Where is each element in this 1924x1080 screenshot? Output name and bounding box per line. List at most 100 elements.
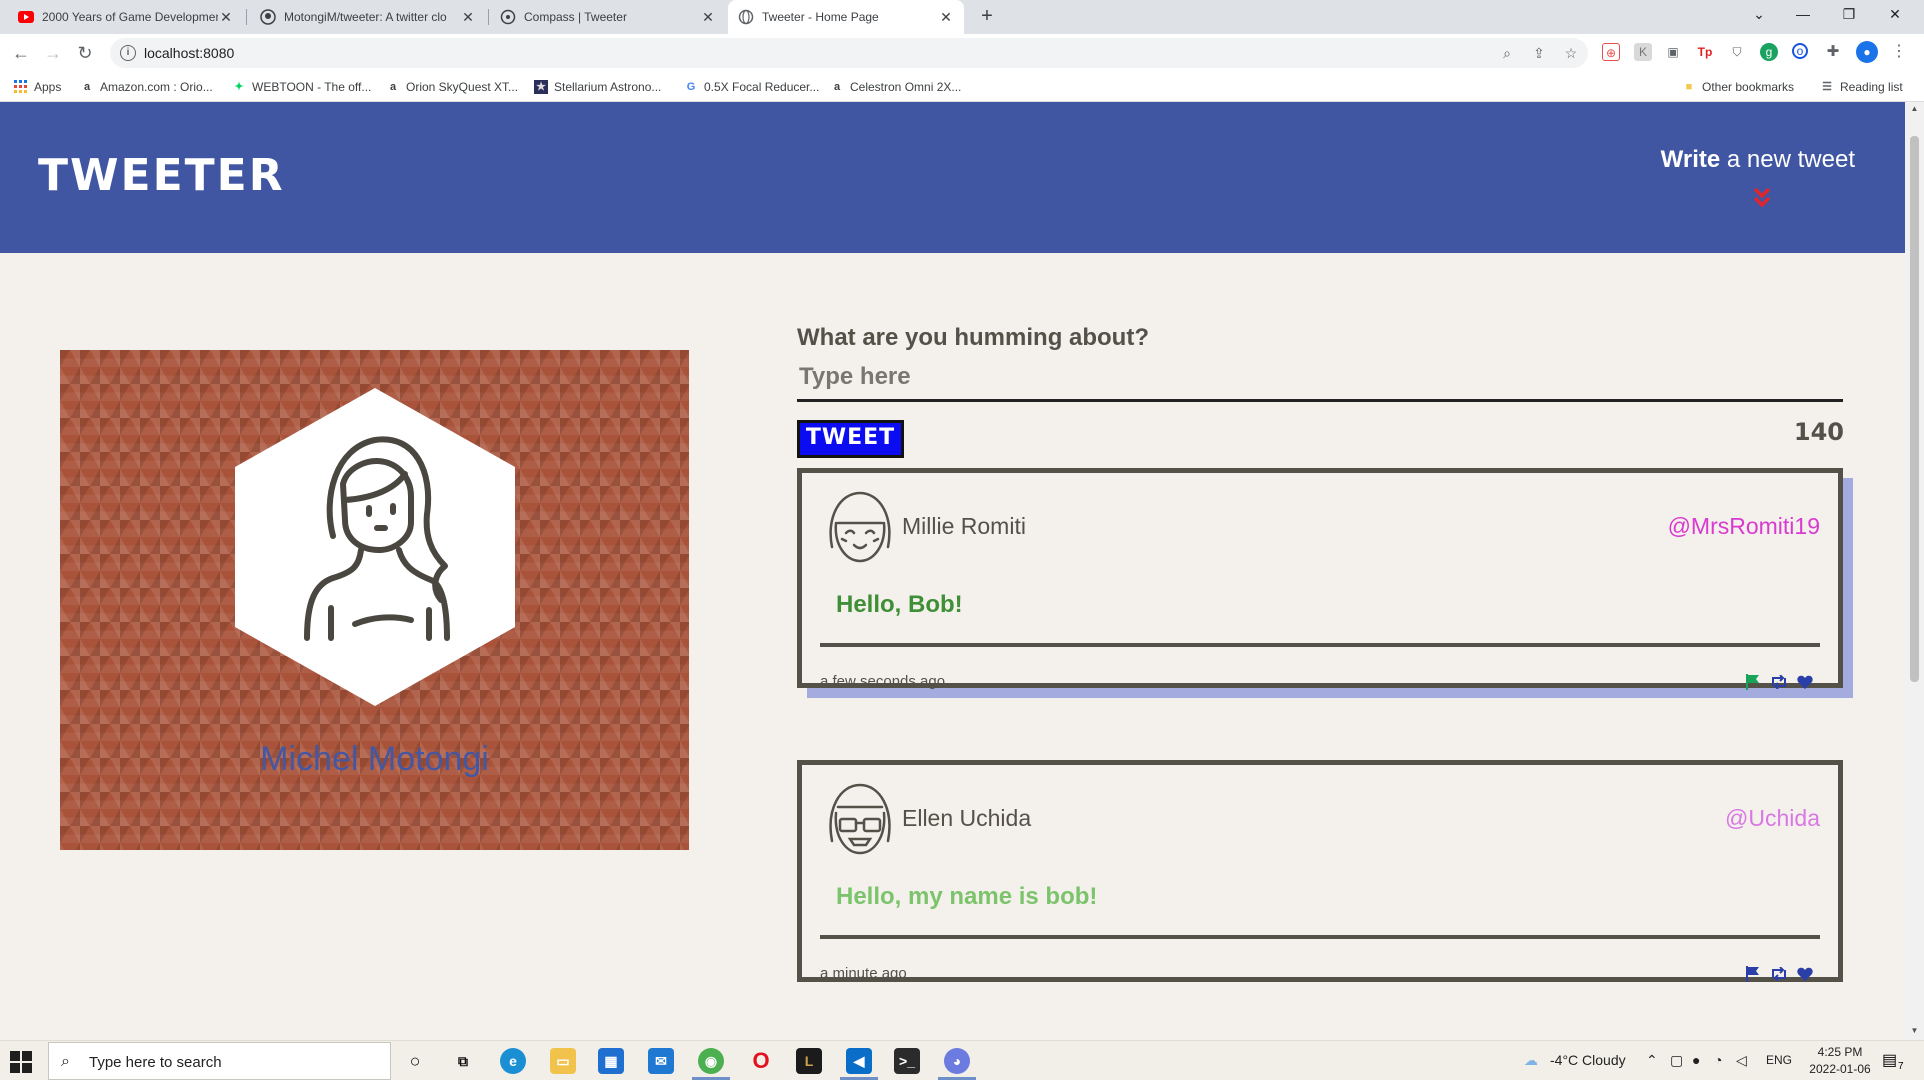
scroll-down-arrow-icon[interactable]: ▼ [1909, 1026, 1920, 1035]
page-scrollbar[interactable]: ▲ ▼ [1905, 102, 1924, 1040]
file-explorer-icon[interactable]: ▭ [550, 1048, 576, 1074]
search-placeholder: Type here to search [89, 1054, 222, 1071]
webtoon-icon: ✦ [234, 81, 244, 93]
windows-start-icon[interactable] [10, 1051, 32, 1073]
stellarium-icon: ★ [534, 80, 548, 94]
user-avatar [829, 783, 891, 855]
close-tab-icon[interactable]: ✕ [218, 9, 234, 26]
tweet-button[interactable]: TWEET [797, 420, 904, 458]
terminal-icon[interactable]: >_ [894, 1048, 920, 1074]
write-new-tweet-link[interactable]: Write a new tweet [1661, 146, 1855, 174]
close-window-button[interactable]: ✕ [1872, 0, 1918, 30]
extension-icon[interactable]: g [1760, 43, 1778, 61]
browser-tab-strip: 2000 Years of Game Developmen ✕ MotongiM… [0, 0, 1924, 34]
microphone-icon[interactable]: ● [1692, 1052, 1700, 1068]
site-info-icon[interactable]: i [120, 45, 136, 61]
close-tab-icon[interactable]: ✕ [938, 9, 954, 26]
chrome-icon[interactable]: ◉ [698, 1048, 724, 1074]
retweet-icon[interactable] [1770, 966, 1788, 982]
browser-tab[interactable]: 2000 Years of Game Developmen ✕ [8, 0, 244, 34]
extension-icon[interactable]: ▣ [1664, 43, 1682, 61]
extension-icon[interactable]: o [1792, 43, 1808, 59]
puzzle-icon[interactable]: ✚ [1824, 43, 1842, 61]
cortana-icon[interactable]: ○ [402, 1048, 428, 1074]
browser-tab[interactable]: MotongiM/tweeter: A twitter clo ✕ [250, 0, 486, 34]
system-clock[interactable]: 4:25 PM 2022-01-06 [1800, 1044, 1880, 1078]
address-bar[interactable]: i localhost:8080 ⌕ ⇪ ☆ [110, 38, 1588, 68]
retweet-icon[interactable] [1770, 674, 1788, 690]
amazon-icon: a [83, 81, 91, 93]
task-view-icon[interactable]: ⧉ [450, 1048, 476, 1074]
scroll-up-arrow-icon[interactable]: ▲ [1909, 104, 1920, 113]
notifications-icon[interactable]: ▤ [1882, 1050, 1897, 1070]
bookmark-item[interactable]: a Celestron Omni 2X... [830, 78, 961, 96]
tweet-timestamp: a minute ago [820, 965, 907, 982]
heart-icon[interactable] [1796, 966, 1814, 982]
tweet-textarea[interactable] [797, 354, 1843, 402]
reload-button[interactable]: ↻ [74, 42, 96, 64]
language-indicator[interactable]: ENG [1766, 1053, 1792, 1067]
page-content: TWEETER Write a new tweet Michel Motongi… [0, 102, 1905, 1040]
weather-icon[interactable]: ☁ [1524, 1052, 1538, 1069]
extension-icon[interactable]: Tp [1696, 43, 1714, 61]
extension-icon[interactable]: ⊕ [1602, 43, 1620, 61]
notification-count: 7 [1898, 1061, 1904, 1072]
restore-button[interactable]: ❐ [1826, 0, 1872, 30]
close-tab-icon[interactable]: ✕ [700, 9, 716, 26]
new-tab-button[interactable]: + [975, 5, 999, 29]
vscode-icon[interactable]: ◀ [846, 1048, 872, 1074]
tweet-text: Hello, Bob! [836, 591, 963, 618]
forward-button[interactable]: → [42, 42, 64, 64]
bookmark-star-icon[interactable]: ☆ [1562, 44, 1580, 62]
kebab-menu-icon[interactable]: ⋮ [1890, 43, 1908, 61]
scrollbar-thumb[interactable] [1910, 136, 1919, 682]
reading-list-label: Reading list [1840, 80, 1903, 94]
other-bookmarks[interactable]: ■ Other bookmarks [1682, 78, 1794, 96]
bookmark-item[interactable]: ★ Stellarium Astrono... [534, 78, 661, 96]
tweet-actions [1744, 966, 1814, 982]
share-icon[interactable]: ⇪ [1530, 44, 1548, 62]
edge-icon[interactable]: e [500, 1048, 526, 1074]
bookmark-item[interactable]: G 0.5X Focal Reducer... [684, 78, 820, 96]
discord-icon[interactable]: ◕ [944, 1048, 970, 1074]
minimize-button[interactable]: — [1780, 0, 1826, 30]
reading-list[interactable]: ☰ Reading list [1820, 78, 1903, 96]
bookmark-item[interactable]: a Amazon.com : Orio... [80, 78, 213, 96]
browser-tab[interactable]: Compass | Tweeter ✕ [490, 0, 726, 34]
zoom-icon[interactable]: ⌕ [1498, 44, 1516, 62]
close-tab-icon[interactable]: ✕ [460, 9, 476, 26]
volume-icon[interactable]: ◁ [1736, 1052, 1747, 1069]
store-icon[interactable]: ▦ [598, 1048, 624, 1074]
bookmark-item[interactable]: ✦ WEBTOON - The off... [232, 78, 371, 96]
network-icon[interactable]: ▢ [1670, 1052, 1683, 1069]
tweet-author-handle[interactable]: @MrsRomiti19 [1668, 513, 1820, 540]
back-button[interactable]: ← [10, 42, 32, 64]
bookmark-label: Amazon.com : Orio... [100, 80, 213, 94]
taskbar-search[interactable]: ⌕ Type here to search [48, 1042, 391, 1080]
extension-icon[interactable]: K [1634, 43, 1652, 61]
flag-icon[interactable] [1744, 674, 1762, 690]
tweet-divider [820, 935, 1820, 939]
mail-icon[interactable]: ✉ [648, 1048, 674, 1074]
amazon-icon: a [389, 81, 397, 93]
wifi-icon[interactable]: ◔ [1714, 1052, 1722, 1068]
flag-icon[interactable] [1744, 966, 1762, 982]
opera-icon[interactable]: O [748, 1048, 774, 1074]
profile-avatar-icon[interactable]: ● [1856, 41, 1878, 63]
youtube-icon [18, 9, 34, 25]
browser-tab-active[interactable]: Tweeter - Home Page ✕ [728, 0, 964, 34]
heart-icon[interactable] [1796, 674, 1814, 690]
double-chevron-down-icon[interactable] [1750, 186, 1774, 210]
bookmark-item[interactable]: a Orion SkyQuest XT... [386, 78, 518, 96]
bookmark-apps[interactable]: Apps [14, 78, 61, 96]
weather-text[interactable]: -4°C Cloudy [1550, 1052, 1626, 1068]
user-avatar [829, 491, 891, 563]
league-icon[interactable]: L [796, 1048, 822, 1074]
chevron-up-icon[interactable]: ⌃ [1646, 1052, 1658, 1069]
tweet-author-handle[interactable]: @Uchida [1725, 805, 1820, 832]
folder-icon: ■ [1685, 81, 1693, 93]
browser-toolbar: ← → ↻ i localhost:8080 ⌕ ⇪ ☆ ⊕ K ▣ Tp ⛉ … [0, 34, 1924, 72]
tab-search-chevron-icon[interactable]: ⌄ [1736, 0, 1782, 30]
google-icon: G [686, 81, 696, 93]
shield-icon[interactable]: ⛉ [1728, 43, 1746, 61]
